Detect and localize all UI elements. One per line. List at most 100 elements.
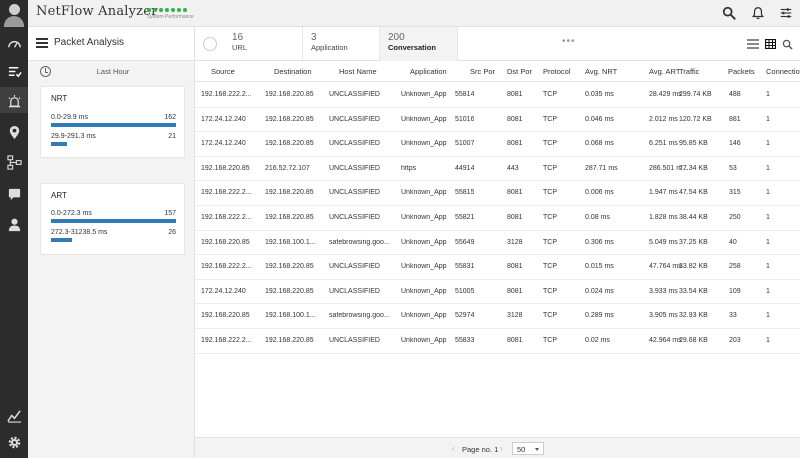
table-cell: Unknown_App <box>401 91 447 98</box>
table-row[interactable]: 192.168.220.85 192.168.100.1... safebrowsi… <box>195 231 800 256</box>
avatar-head <box>9 4 20 15</box>
avatar[interactable] <box>0 0 28 27</box>
timeframe-label[interactable]: Last Hour <box>88 67 138 76</box>
table-cell: 55833 <box>455 337 475 344</box>
table-cell: 287.71 ms <box>585 164 618 172</box>
table-row[interactable]: 192.168.222.2... 192.168.220.85 UNCLASSIFI… <box>195 181 800 206</box>
table-cell: 8081 <box>507 337 523 344</box>
page-size-value: 50 <box>517 445 526 454</box>
table-cell: 0.006 ms <box>585 189 614 197</box>
reports-icon[interactable] <box>6 407 22 423</box>
table-row[interactable]: 192.168.222.2... 192.168.220.85 UNCLASSIFI… <box>195 83 800 108</box>
panel-header: Packet Analysis <box>28 27 194 61</box>
settings-icon[interactable] <box>6 434 22 450</box>
table-cell: 192.168.220.85 <box>201 164 250 172</box>
user-icon[interactable] <box>6 216 22 232</box>
table-cell: UNCLASSIFIED <box>329 164 380 172</box>
range-bar <box>51 123 176 127</box>
list-view-icon[interactable] <box>747 39 759 51</box>
pagination-bar: ‹ Page no. 1 › 50 <box>195 437 800 458</box>
table-cell: 0.02 ms <box>585 337 610 344</box>
column-header[interactable]: Host Name <box>339 67 377 76</box>
hamburger-menu-icon[interactable] <box>36 38 48 48</box>
tab-label: URL <box>232 43 248 52</box>
art-range-2[interactable]: 272.3-31238.5 ms 26 <box>51 229 176 242</box>
tab-conversation[interactable]: 200 Conversation <box>380 27 458 61</box>
filter-panel: Packet Analysis Last Hour NRT 0.0-29.9 m… <box>28 27 195 458</box>
nrt-range-1[interactable]: 0.0-29.9 ms 162 <box>51 114 176 127</box>
column-header[interactable]: Application <box>410 67 447 76</box>
chat-icon[interactable] <box>6 186 22 202</box>
select-all-toggle[interactable] <box>203 37 217 51</box>
table-search-icon[interactable] <box>782 39 793 52</box>
table-cell: 8081 <box>507 140 523 148</box>
table-cell: 192.168.220.85 <box>265 189 314 197</box>
table-row[interactable]: 172.24.12.240 192.168.220.85 UNCLASSIFIED U… <box>195 280 800 305</box>
table-row[interactable]: 192.168.222.2... 192.168.220.85 UNCLASSIFI… <box>195 329 800 354</box>
table-cell: 51016 <box>455 115 475 123</box>
table-cell: 28.429 ms <box>649 91 682 98</box>
alarm-icon[interactable] <box>6 93 22 109</box>
table-cell: 1 <box>766 312 770 320</box>
map-pin-icon[interactable] <box>6 124 22 140</box>
sliders-icon[interactable] <box>779 6 793 20</box>
search-icon[interactable] <box>722 6 736 20</box>
table-row[interactable]: 192.168.220.85 192.168.100.1... safebrowsi… <box>195 304 800 329</box>
tab-application[interactable]: 3 Application <box>303 27 380 61</box>
table-cell: 1 <box>766 189 770 197</box>
column-header[interactable]: Avg. ART <box>649 67 680 76</box>
inventory-icon[interactable] <box>6 63 22 79</box>
column-header[interactable]: Protocol <box>543 67 571 76</box>
table-row[interactable]: 172.24.12.240 192.168.220.85 UNCLASSIFIED U… <box>195 132 800 157</box>
status-dot <box>147 8 151 12</box>
column-header[interactable]: Traffic <box>679 67 699 76</box>
table-cell: 192.168.220.85 <box>201 312 250 320</box>
table-cell: 8081 <box>507 287 523 295</box>
table-cell: 1.947 ms <box>649 189 678 197</box>
table-cell: 55814 <box>455 91 475 98</box>
column-header[interactable]: Dst Por <box>507 67 532 76</box>
column-header[interactable]: Connectio <box>766 67 800 76</box>
column-header[interactable]: Src Por <box>470 67 495 76</box>
table-cell: 95.85 KB <box>679 140 708 148</box>
grid-view-icon[interactable] <box>764 38 777 51</box>
column-header[interactable]: Source <box>211 67 235 76</box>
table-cell: 192.168.100.1... <box>265 312 316 320</box>
dashboard-icon[interactable] <box>6 35 22 51</box>
table-row[interactable]: 192.168.222.2... 192.168.220.85 UNCLASSIFI… <box>195 255 800 280</box>
nrt-range-2[interactable]: 29.9-291.3 ms 21 <box>51 133 176 146</box>
network-icon[interactable] <box>6 154 22 170</box>
column-header[interactable]: Packets <box>728 67 755 76</box>
table-cell: 488 <box>729 91 741 98</box>
next-page-icon[interactable]: › <box>500 444 503 453</box>
column-header[interactable]: Avg. NRT <box>585 67 617 76</box>
art-range-1[interactable]: 0.0-272.3 ms 157 <box>51 210 176 223</box>
tab-url[interactable]: 16 URL <box>224 27 303 61</box>
table-cell: UNCLASSIFIED <box>329 287 380 295</box>
table-row[interactable]: 192.168.222.2... 192.168.220.85 UNCLASSIFI… <box>195 206 800 231</box>
table-cell: safebrowsing.goo... <box>329 312 390 320</box>
table-row[interactable]: 172.24.12.240 192.168.220.85 UNCLASSIFIED U… <box>195 108 800 133</box>
table-cell: 5.049 ms <box>649 238 678 246</box>
more-options-icon[interactable]: ••• <box>562 36 576 47</box>
tab-count: 16 <box>232 32 244 43</box>
table-cell: 40 <box>729 238 737 246</box>
bell-icon[interactable] <box>751 6 765 20</box>
table-cell: 1 <box>766 337 770 344</box>
table-cell: 192.168.220.85 <box>265 140 314 148</box>
table-cell: 55821 <box>455 214 475 221</box>
table-cell: TCP <box>543 312 557 320</box>
table-cell: TCP <box>543 287 557 295</box>
status-dot <box>165 8 169 12</box>
table-row[interactable]: 192.168.220.85 216.52.72.107 UNCLASSIFIED h… <box>195 157 800 182</box>
clock-icon[interactable] <box>40 66 51 77</box>
table-cell: 192.168.220.85 <box>265 287 314 295</box>
table-cell: 1.828 ms <box>649 214 678 221</box>
column-header[interactable]: Destination <box>274 67 312 76</box>
table-cell: 1 <box>766 238 770 246</box>
table-cell: UNCLASSIFIED <box>329 115 380 123</box>
prev-page-icon[interactable]: ‹ <box>452 444 455 453</box>
table-cell: 1 <box>766 287 770 295</box>
table-cell: TCP <box>543 115 557 123</box>
page-size-select[interactable]: 50 <box>512 442 544 455</box>
